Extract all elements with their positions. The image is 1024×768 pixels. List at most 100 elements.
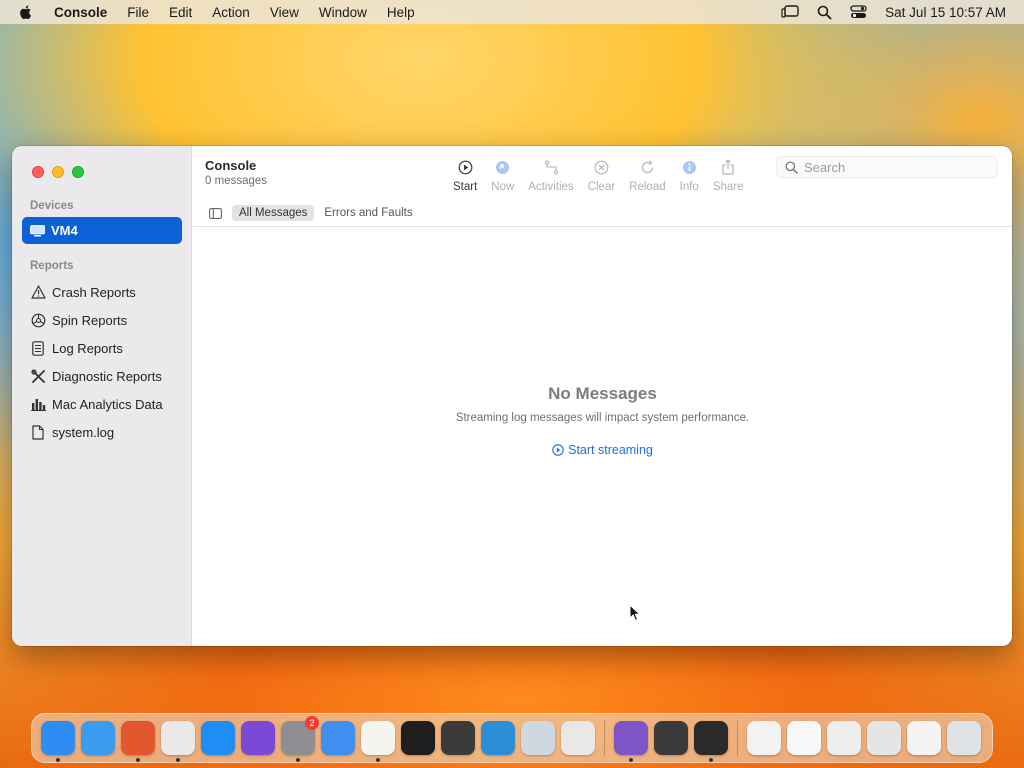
activities-button[interactable]: Activities bbox=[528, 158, 574, 193]
dock-chrome-icon[interactable] bbox=[161, 721, 195, 762]
control-center-icon[interactable] bbox=[850, 5, 867, 19]
sidebar-item-label: Mac Analytics Data bbox=[52, 396, 163, 412]
play-circle-icon bbox=[458, 158, 473, 176]
empty-state: No Messages Streaming log messages will … bbox=[193, 384, 1012, 461]
tools-icon bbox=[30, 368, 46, 384]
sidebar-item-label: Crash Reports bbox=[52, 284, 136, 300]
scope-errors-and-faults[interactable]: Errors and Faults bbox=[317, 205, 419, 221]
spotlight-search-icon[interactable] bbox=[817, 5, 832, 20]
scope-all-messages[interactable]: All Messages bbox=[232, 205, 315, 221]
computer-icon bbox=[30, 224, 45, 236]
minimize-button[interactable] bbox=[52, 166, 64, 178]
devices-section-title: Devices bbox=[30, 200, 74, 212]
main-pane: Console 0 messages Start Now Activities … bbox=[193, 146, 1012, 646]
dock-minimized-window-4-icon[interactable] bbox=[867, 721, 901, 755]
sidebar-item-label: Diagnostic Reports bbox=[52, 368, 162, 384]
start-streaming-button[interactable]: Start streaming bbox=[552, 443, 653, 457]
info-button[interactable]: Info bbox=[680, 158, 699, 193]
stage-manager-icon[interactable] bbox=[781, 5, 799, 19]
sidebar-item-label: Log Reports bbox=[52, 340, 123, 356]
dock-separator bbox=[604, 720, 605, 756]
menu-action[interactable]: Action bbox=[212, 5, 250, 20]
dock-terminal-icon[interactable] bbox=[401, 721, 435, 755]
start-label: Start bbox=[453, 181, 478, 193]
clear-button[interactable]: Clear bbox=[588, 158, 615, 193]
activities-icon bbox=[544, 158, 559, 176]
dock-launchpad-icon[interactable] bbox=[561, 721, 595, 755]
notification-badge: 2 bbox=[305, 716, 319, 730]
clear-label: Clear bbox=[587, 181, 616, 193]
dock-minimized-window-1-icon[interactable] bbox=[747, 721, 781, 755]
dock-visual-studio-icon[interactable] bbox=[614, 721, 648, 762]
empty-state-description: Streaming log messages will impact syste… bbox=[455, 412, 750, 424]
running-indicator bbox=[629, 758, 633, 762]
start-streaming-label: Start streaming bbox=[568, 443, 653, 457]
menu-help[interactable]: Help bbox=[387, 5, 415, 20]
dock-weather-icon[interactable] bbox=[321, 721, 355, 755]
running-indicator bbox=[56, 758, 60, 762]
dock-instruments-icon[interactable] bbox=[441, 721, 475, 755]
reload-button[interactable]: Reload bbox=[629, 158, 666, 193]
sidebar-item-diagnostic-reports[interactable]: Diagnostic Reports bbox=[30, 362, 190, 390]
dock-preview-icon[interactable] bbox=[521, 721, 555, 755]
dock-textedit-icon[interactable] bbox=[361, 721, 395, 762]
dock-vscode-icon[interactable] bbox=[481, 721, 515, 755]
spin-icon bbox=[30, 312, 46, 328]
sidebar-item-label: system.log bbox=[52, 424, 115, 440]
dock-console-icon[interactable] bbox=[694, 721, 728, 762]
zoom-button[interactable] bbox=[72, 166, 84, 178]
dock-safari-icon[interactable] bbox=[81, 721, 115, 755]
message-count: 0 messages bbox=[205, 175, 268, 187]
menu-edit[interactable]: Edit bbox=[169, 5, 192, 20]
sidebar-item-system-log[interactable]: system.log bbox=[30, 418, 190, 446]
dock-separator bbox=[737, 720, 738, 756]
running-indicator bbox=[296, 758, 300, 762]
bar-chart-icon bbox=[30, 396, 46, 412]
running-indicator bbox=[376, 758, 380, 762]
menu-clock[interactable]: Sat Jul 15 10:57 AM bbox=[885, 5, 1006, 20]
apple-menu-icon[interactable] bbox=[18, 4, 34, 20]
mouse-cursor-icon bbox=[629, 604, 641, 622]
empty-state-title: No Messages bbox=[548, 384, 657, 403]
sidebar-item-crash-reports[interactable]: Crash Reports bbox=[30, 278, 190, 306]
dock-system-settings-icon[interactable]: 2 bbox=[281, 716, 319, 762]
running-indicator bbox=[709, 758, 713, 762]
dock: 2 bbox=[31, 713, 993, 763]
now-icon bbox=[495, 158, 510, 176]
sidebar-item-mac-analytics-data[interactable]: Mac Analytics Data bbox=[30, 390, 190, 418]
filter-bar: All Messages Errors and Faults bbox=[193, 200, 1012, 227]
sidebar-item-log-reports[interactable]: Log Reports bbox=[30, 334, 190, 362]
search-placeholder: Search bbox=[804, 159, 846, 175]
now-label: Now bbox=[491, 181, 515, 193]
file-icon bbox=[30, 424, 46, 440]
sidebar-toggle-icon[interactable] bbox=[209, 207, 222, 219]
dock-finder-icon[interactable] bbox=[41, 721, 75, 762]
dock-calculator-icon[interactable] bbox=[654, 721, 688, 755]
dock-minimized-window-2-icon[interactable] bbox=[787, 721, 821, 755]
dock-app-store-icon[interactable] bbox=[201, 721, 235, 755]
sidebar-item-vm4[interactable]: VM4 bbox=[22, 217, 182, 244]
search-icon bbox=[785, 160, 798, 174]
sidebar-item-label: Spin Reports bbox=[52, 312, 128, 328]
activities-label: Activities bbox=[528, 181, 574, 193]
menu-app-name[interactable]: Console bbox=[54, 5, 107, 20]
close-button[interactable] bbox=[32, 166, 44, 178]
document-icon bbox=[30, 340, 46, 356]
dock-firefox-icon[interactable] bbox=[121, 721, 155, 762]
menu-file[interactable]: File bbox=[127, 5, 149, 20]
window-title: Console bbox=[205, 158, 257, 173]
reload-label: Reload bbox=[629, 181, 666, 193]
sidebar-item-spin-reports[interactable]: Spin Reports bbox=[30, 306, 190, 334]
dock-minimized-window-5-icon[interactable] bbox=[907, 721, 941, 755]
menu-window[interactable]: Window bbox=[319, 5, 367, 20]
dock-trash-icon[interactable] bbox=[947, 721, 981, 755]
now-button[interactable]: Now bbox=[491, 158, 514, 193]
search-field[interactable]: Search bbox=[776, 156, 998, 178]
dock-minimized-window-3-icon[interactable] bbox=[827, 721, 861, 755]
share-button[interactable]: Share bbox=[713, 158, 744, 193]
start-button[interactable]: Start bbox=[453, 158, 477, 193]
reports-section-title: Reports bbox=[30, 260, 74, 272]
menu-view[interactable]: View bbox=[270, 5, 299, 20]
dock-podcasts-icon[interactable] bbox=[241, 721, 275, 755]
menu-bar: Console File Edit Action View Window Hel… bbox=[0, 0, 1024, 24]
